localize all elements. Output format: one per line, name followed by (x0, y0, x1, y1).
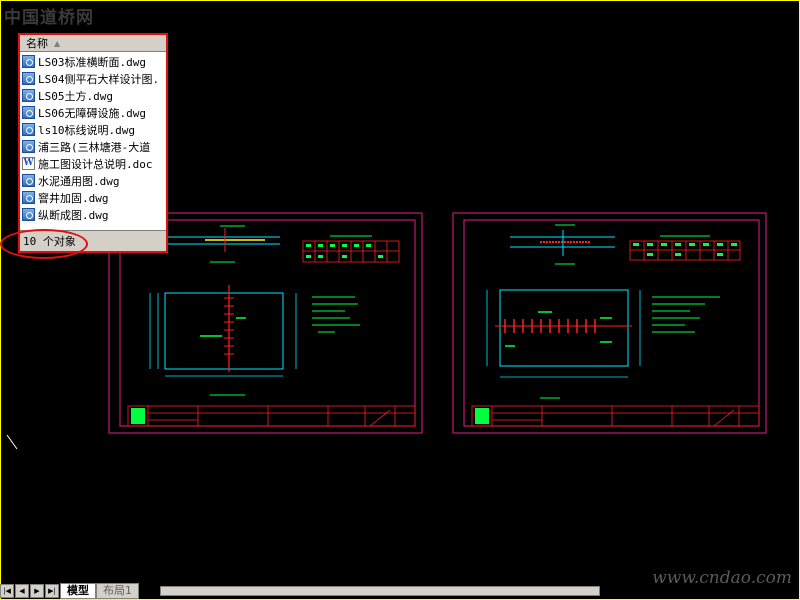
file-item[interactable]: 浦三路(三林塘港-大道 (22, 138, 166, 155)
name-column-header[interactable]: 名称 ▲ (20, 35, 166, 52)
column-header-label: 名称 (26, 37, 48, 50)
dwg-file-icon (22, 55, 35, 68)
dwg-file-icon (22, 89, 35, 102)
file-name: 窨井加固.dwg (38, 191, 109, 205)
dwg-file-icon (22, 106, 35, 119)
watermark-bottom: www.cndao.com (652, 568, 792, 588)
dwg-file-icon (22, 191, 35, 204)
file-list: LS03标准横断面.dwg LS04侧平石大样设计图. LS05土方.dwg L… (20, 52, 166, 223)
file-name: ls10标线说明.dwg (38, 123, 135, 137)
dwg-file-icon (22, 208, 35, 221)
layout-tab-bar: |◀ ◀ ▶ ▶| 模型 布局1 (0, 582, 139, 599)
tab-layout1[interactable]: 布局1 (96, 582, 139, 599)
file-item[interactable]: LS04侧平石大样设计图. (22, 70, 166, 87)
file-item[interactable]: LS03标准横断面.dwg (22, 53, 166, 70)
crosshair-cursor-icon (6, 434, 18, 450)
file-item[interactable]: W 施工图设计总说明.doc (22, 155, 166, 172)
dwg-file-icon (22, 174, 35, 187)
file-name: 施工图设计总说明.doc (38, 157, 153, 171)
file-item[interactable]: LS06无障碍设施.dwg (22, 104, 166, 121)
file-name: LS06无障碍设施.dwg (38, 106, 146, 120)
dwg-file-icon (22, 140, 35, 153)
object-count-label: 10 个对象 (23, 235, 76, 248)
file-name: 纵断成图.dwg (38, 208, 109, 222)
next-tab-icon[interactable]: ▶ (30, 583, 44, 598)
file-item[interactable]: 窨井加固.dwg (22, 189, 166, 206)
file-name: 浦三路(三林塘港-大道 (38, 140, 151, 154)
file-name: LS04侧平石大样设计图. (38, 72, 160, 86)
object-count-status: 10 个对象 (20, 230, 166, 251)
file-name: LS03标准横断面.dwg (38, 55, 146, 69)
file-item[interactable]: LS05土方.dwg (22, 87, 166, 104)
tab-model[interactable]: 模型 (60, 582, 96, 599)
sort-ascending-icon: ▲ (54, 38, 61, 48)
file-name: LS05土方.dwg (38, 89, 113, 103)
file-name: 水泥通用图.dwg (38, 174, 120, 188)
word-doc-icon: W (22, 157, 35, 170)
last-tab-icon[interactable]: ▶| (45, 583, 59, 598)
file-list-panel[interactable]: 名称 ▲ LS03标准横断面.dwg LS04侧平石大样设计图. LS05土方.… (18, 33, 168, 253)
file-item[interactable]: 纵断成图.dwg (22, 206, 166, 223)
horizontal-scrollbar[interactable] (160, 586, 600, 596)
drawing-sheet-right[interactable] (452, 212, 767, 434)
file-item[interactable]: 水泥通用图.dwg (22, 172, 166, 189)
first-tab-icon[interactable]: |◀ (0, 583, 14, 598)
file-item[interactable]: ls10标线说明.dwg (22, 121, 166, 138)
dwg-file-icon (22, 72, 35, 85)
prev-tab-icon[interactable]: ◀ (15, 583, 29, 598)
dwg-file-icon (22, 123, 35, 136)
